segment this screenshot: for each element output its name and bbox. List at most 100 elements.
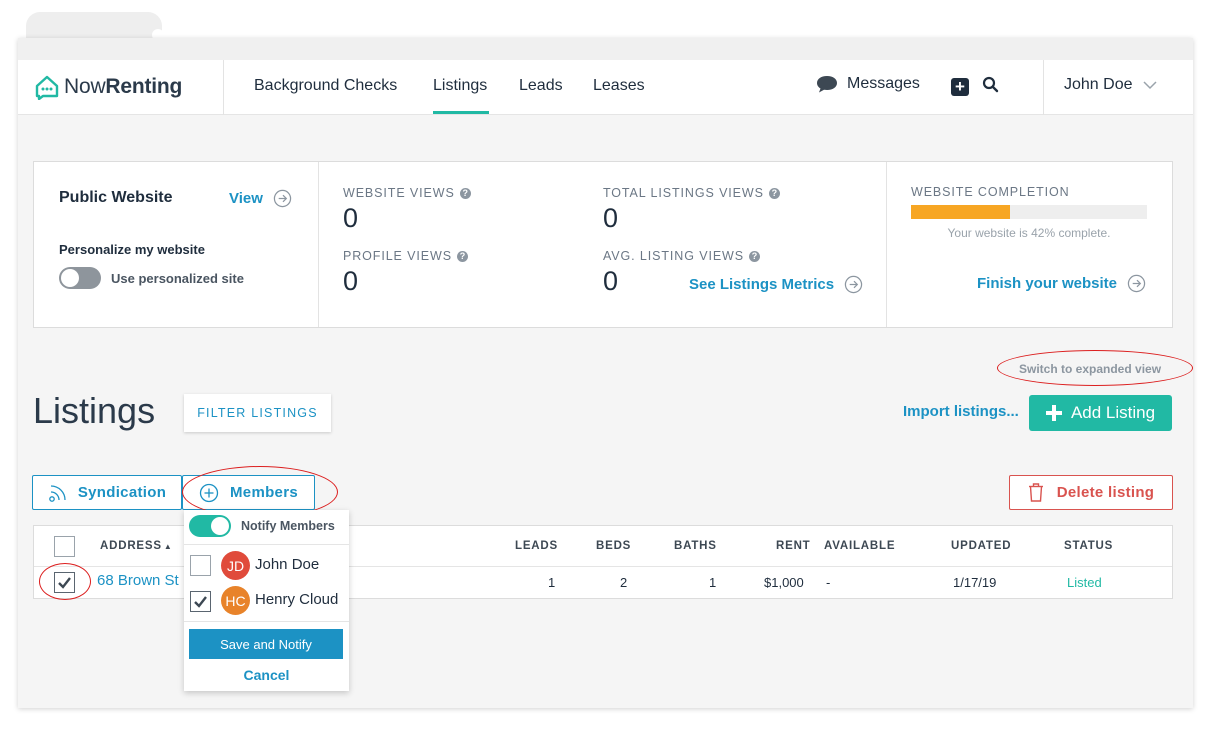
add-listing-label: Add Listing bbox=[1070, 403, 1156, 422]
listing-leads: 1 bbox=[548, 575, 556, 590]
profile-views-value: 0 bbox=[343, 266, 359, 296]
website-stats-card: Public Website View Personalize my websi… bbox=[33, 161, 1173, 328]
personalized-site-toggle[interactable] bbox=[59, 267, 101, 289]
avg-listing-views-label: AVG. LISTING VIEWS? bbox=[603, 249, 760, 263]
notify-members-toggle[interactable] bbox=[189, 515, 231, 537]
nav-link-leads[interactable]: Leads bbox=[519, 77, 563, 95]
listing-rent: $1,000 bbox=[764, 575, 804, 590]
filter-listings-button[interactable]: FILTER LISTINGS bbox=[184, 394, 331, 432]
nav-divider bbox=[223, 60, 224, 115]
column-header-address[interactable]: ADDRESS ▲ bbox=[100, 540, 173, 552]
address-header-label: ADDRESS bbox=[100, 540, 162, 552]
website-views-label: WEBSITE VIEWS? bbox=[343, 186, 471, 200]
total-listings-views-label-text: TOTAL LISTINGS VIEWS bbox=[603, 186, 764, 200]
trash-icon bbox=[1028, 483, 1043, 502]
member-name: Henry Cloud bbox=[255, 591, 339, 608]
personalized-site-label: Use personalized site bbox=[111, 271, 244, 286]
add-listing-button[interactable]: Add Listing bbox=[1029, 395, 1172, 431]
page-title: Listings bbox=[33, 390, 156, 431]
sort-up-icon: ▲ bbox=[163, 542, 173, 551]
chevron-down-icon bbox=[1142, 80, 1157, 89]
completion-progress-bar bbox=[911, 205, 1147, 219]
plus-icon bbox=[1045, 405, 1062, 421]
nav-divider bbox=[1043, 60, 1044, 115]
circle-arrow-right-icon bbox=[844, 275, 863, 294]
member-name: John Doe bbox=[255, 556, 320, 573]
website-views-label-text: WEBSITE VIEWS bbox=[343, 186, 455, 200]
listing-status: Listed bbox=[1067, 575, 1102, 590]
brand-logo[interactable]: NowRenting bbox=[34, 72, 182, 102]
listing-updated: 1/17/19 bbox=[953, 575, 997, 590]
avg-listing-views-value: 0 bbox=[603, 266, 619, 296]
listing-available: - bbox=[826, 575, 831, 590]
column-header-rent[interactable]: RENT bbox=[776, 540, 811, 552]
finish-website-link[interactable]: Finish your website bbox=[977, 274, 1146, 293]
public-website-section: Public Website View Personalize my websi… bbox=[34, 162, 319, 327]
dropdown-separator bbox=[184, 544, 349, 545]
window-chrome bbox=[18, 38, 1193, 60]
add-icon[interactable]: + bbox=[951, 78, 969, 96]
profile-views-label: PROFILE VIEWS? bbox=[343, 249, 468, 263]
total-listings-views-label: TOTAL LISTINGS VIEWS? bbox=[603, 186, 780, 200]
help-icon[interactable]: ? bbox=[459, 187, 471, 199]
column-header-status[interactable]: STATUS bbox=[1064, 540, 1113, 552]
cancel-link[interactable]: Cancel bbox=[184, 667, 349, 683]
help-icon[interactable]: ? bbox=[456, 250, 468, 262]
column-header-baths[interactable]: BATHS bbox=[674, 540, 717, 552]
messages-label: Messages bbox=[847, 75, 920, 92]
circle-arrow-right-icon bbox=[273, 189, 292, 208]
active-tab-indicator bbox=[433, 111, 489, 114]
select-all-checkbox[interactable] bbox=[54, 536, 75, 557]
views-section: WEBSITE VIEWS? 0 PROFILE VIEWS? 0 TOTAL … bbox=[319, 162, 887, 327]
member-checkbox[interactable] bbox=[190, 555, 211, 576]
avatar: JD bbox=[221, 551, 250, 580]
view-link-label: View bbox=[229, 190, 263, 207]
brand-name-regular: Now bbox=[64, 75, 106, 98]
personalize-title: Personalize my website bbox=[59, 242, 205, 257]
public-website-title: Public Website bbox=[59, 189, 173, 206]
rss-feed-icon bbox=[48, 484, 66, 502]
dropdown-separator bbox=[184, 621, 349, 622]
help-icon[interactable]: ? bbox=[749, 250, 760, 262]
delete-listing-button[interactable]: Delete listing bbox=[1009, 475, 1173, 510]
completion-text: Your website is 42% complete. bbox=[947, 226, 1111, 240]
syndication-button[interactable]: Syndication bbox=[32, 475, 182, 510]
finish-website-label: Finish your website bbox=[977, 275, 1118, 292]
import-listings-link[interactable]: Import listings... bbox=[903, 403, 1019, 420]
save-and-notify-button[interactable]: Save and Notify bbox=[189, 629, 343, 659]
top-navigation: NowRenting Background Checks Listings Le… bbox=[18, 60, 1193, 115]
annotation-ellipse bbox=[997, 350, 1193, 386]
column-header-available[interactable]: AVAILABLE bbox=[824, 540, 895, 552]
notify-members-label: Notify Members bbox=[241, 519, 335, 533]
website-views-value: 0 bbox=[343, 203, 359, 233]
checkmark-icon bbox=[194, 596, 207, 608]
column-header-leads[interactable]: LEADS bbox=[515, 540, 558, 552]
column-header-beds[interactable]: BEDS bbox=[596, 540, 631, 552]
help-icon[interactable]: ? bbox=[768, 187, 780, 199]
listing-baths: 1 bbox=[709, 575, 717, 590]
listing-beds: 2 bbox=[620, 575, 628, 590]
circle-arrow-right-icon bbox=[1127, 274, 1146, 293]
member-checkbox[interactable] bbox=[190, 591, 211, 612]
column-header-updated[interactable]: UPDATED bbox=[951, 540, 1011, 552]
view-website-link[interactable]: View bbox=[229, 189, 292, 208]
nav-link-background-checks[interactable]: Background Checks bbox=[254, 77, 397, 95]
user-menu[interactable]: John Doe bbox=[1064, 76, 1157, 94]
user-name: John Doe bbox=[1064, 76, 1133, 93]
annotation-ellipse bbox=[39, 563, 91, 600]
avg-listing-views-label-text: AVG. LISTING VIEWS bbox=[603, 249, 744, 263]
completion-section: WEBSITE COMPLETION Your website is 42% c… bbox=[887, 162, 1172, 327]
delete-listing-label: Delete listing bbox=[1056, 484, 1155, 501]
brand-name-bold: Renting bbox=[105, 75, 183, 98]
total-listings-views-value: 0 bbox=[603, 203, 619, 233]
nav-link-leases[interactable]: Leases bbox=[593, 77, 645, 95]
brand-name: NowRenting bbox=[64, 75, 182, 99]
search-icon[interactable] bbox=[982, 76, 999, 93]
house-chat-icon bbox=[35, 75, 59, 100]
messages-link[interactable]: Messages bbox=[815, 74, 920, 94]
listings-metrics-link[interactable]: See Listings Metrics bbox=[689, 275, 863, 294]
app-window: NowRenting Background Checks Listings Le… bbox=[18, 38, 1193, 708]
listing-address-link[interactable]: 68 Brown St bbox=[97, 572, 179, 589]
completion-label: WEBSITE COMPLETION bbox=[911, 185, 1070, 199]
nav-link-listings[interactable]: Listings bbox=[433, 77, 487, 95]
